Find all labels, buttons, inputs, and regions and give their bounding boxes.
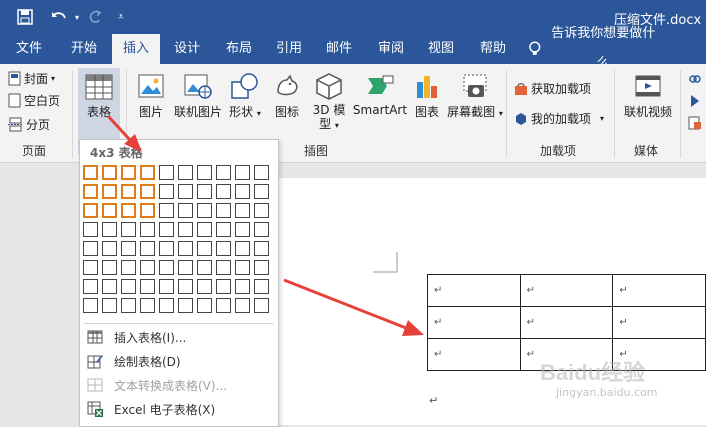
- annotation-layer: [106, 114, 424, 336]
- annotation-arrow-2: [283, 278, 407, 330]
- annotation-arrowhead-2: [402, 320, 424, 336]
- annotation-arrow-1: [106, 114, 132, 142]
